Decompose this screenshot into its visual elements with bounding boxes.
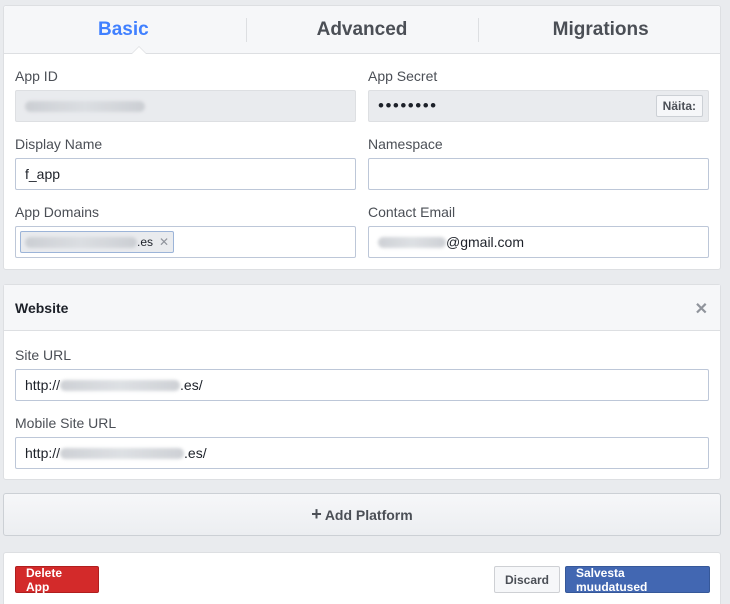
settings-tabs: Basic Advanced Migrations: [4, 6, 720, 54]
contact-email-label: Contact Email: [368, 204, 456, 220]
app-id-label: App ID: [15, 68, 58, 84]
footer-actions: Delete App Discard Salvesta muudatused: [3, 552, 721, 604]
redacted-email-user: [378, 236, 446, 248]
app-id-field[interactable]: [15, 90, 356, 122]
app-domain-token-suffix: .es: [137, 235, 154, 249]
show-secret-button[interactable]: Näita:: [655, 95, 703, 117]
app-domain-token: .es ✕: [20, 231, 175, 253]
mobile-site-url-prefix: http://: [25, 445, 61, 461]
save-changes-button[interactable]: Salvesta muudatused: [565, 566, 710, 594]
tab-divider: [246, 18, 247, 42]
tab-divider: [478, 18, 479, 42]
redacted-domain: [25, 236, 137, 248]
display-name-value: f_app: [25, 166, 61, 182]
mobile-site-url-suffix: .es/: [184, 445, 207, 461]
site-url-suffix: .es/: [180, 377, 203, 393]
site-url-label: Site URL: [15, 347, 72, 363]
app-domains-field[interactable]: .es ✕: [15, 226, 356, 258]
app-domains-label: App Domains: [15, 204, 100, 220]
namespace-field[interactable]: [368, 158, 709, 190]
contact-email-suffix: @gmail.com: [446, 234, 525, 250]
plus-icon: +: [311, 504, 322, 524]
tab-migrations[interactable]: Migrations: [481, 6, 720, 53]
tab-advanced[interactable]: Advanced: [243, 6, 482, 53]
redacted-mobile-domain: [60, 447, 185, 459]
app-secret-value: ••••••••: [378, 96, 438, 115]
app-secret-label: App Secret: [368, 68, 438, 84]
add-platform-label: Add Platform: [324, 506, 413, 523]
site-url-field[interactable]: http:// .es/: [15, 369, 709, 401]
active-tab-caret-icon: [131, 46, 147, 54]
redacted-site-domain: [60, 379, 181, 391]
discard-button[interactable]: Discard: [494, 566, 560, 593]
add-platform-button[interactable]: + Add Platform: [3, 493, 721, 536]
close-icon[interactable]: ✕: [695, 299, 708, 319]
display-name-label: Display Name: [15, 136, 103, 152]
contact-email-field[interactable]: @gmail.com: [368, 226, 709, 258]
mobile-site-url-label: Mobile Site URL: [15, 415, 117, 431]
app-secret-field[interactable]: •••••••• Näita:: [368, 90, 709, 122]
website-panel-header: Website ✕: [4, 285, 720, 331]
basic-settings-panel: Basic Advanced Migrations App ID App Sec…: [3, 5, 721, 270]
tab-basic[interactable]: Basic: [4, 6, 243, 53]
namespace-label: Namespace: [368, 136, 443, 152]
display-name-field[interactable]: f_app: [15, 158, 356, 190]
mobile-site-url-field[interactable]: http:// .es/: [15, 437, 709, 469]
close-icon[interactable]: ✕: [159, 235, 169, 249]
website-platform-panel: Website ✕ Site URL http:// .es/ Mobile S…: [3, 284, 721, 480]
website-panel-title: Website: [15, 299, 69, 316]
delete-app-button[interactable]: Delete App: [15, 566, 99, 594]
site-url-prefix: http://: [25, 377, 61, 393]
redacted-app-id: [25, 100, 145, 112]
